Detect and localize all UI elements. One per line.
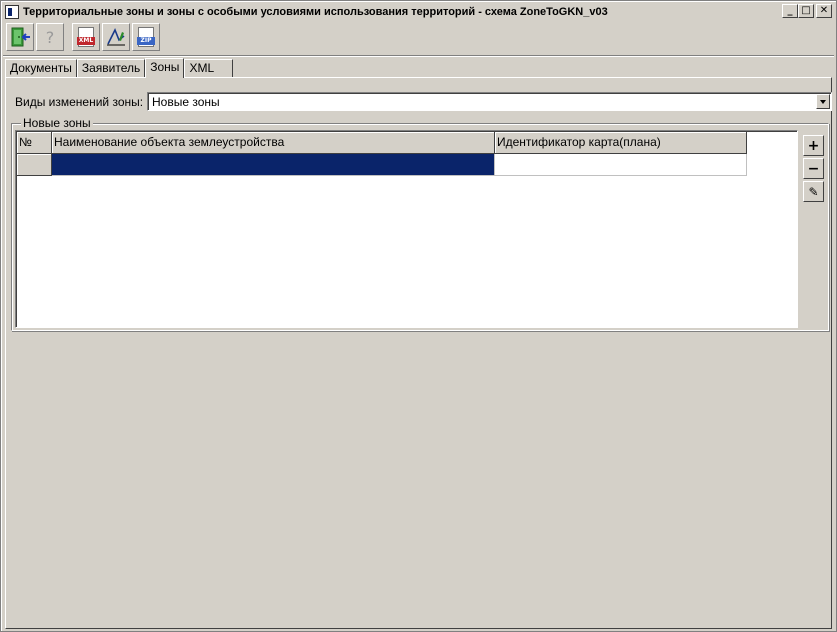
chevron-down-icon[interactable] — [816, 94, 830, 109]
column-header-number[interactable]: № — [17, 132, 52, 154]
zones-grid[interactable]: № Наименование объекта землеустройства И… — [15, 130, 798, 328]
window-controls: _ □ ✕ — [782, 4, 832, 18]
zone-change-select[interactable]: Новые зоны — [147, 92, 832, 111]
zip-document-icon: ZIP — [137, 27, 155, 47]
grid-actions: + − ✎ — [803, 135, 824, 204]
app-icon[interactable] — [5, 5, 19, 19]
exit-button[interactable] — [6, 23, 34, 51]
cell-map-id[interactable] — [495, 154, 747, 176]
close-button[interactable]: ✕ — [816, 4, 832, 18]
cell-name[interactable] — [52, 154, 495, 176]
question-icon: ? — [46, 28, 55, 47]
svg-text:?: ? — [46, 28, 55, 47]
tab-documents[interactable]: Документы — [5, 59, 77, 77]
new-zones-legend: Новые зоны — [21, 116, 93, 130]
xml-export-button[interactable]: XML — [72, 23, 100, 51]
minimize-button[interactable]: _ — [782, 4, 798, 18]
tab-zones[interactable]: Зоны — [145, 58, 185, 78]
signature-icon — [107, 28, 125, 46]
table-row[interactable] — [17, 154, 747, 176]
edit-row-button[interactable]: ✎ — [803, 181, 824, 202]
window-title: Территориальные зоны и зоны с особыми ус… — [23, 6, 608, 18]
remove-row-button[interactable]: − — [803, 158, 824, 179]
zip-export-button[interactable]: ZIP — [132, 23, 160, 51]
toolbar: ? XML ZIP — [6, 22, 162, 52]
main-window: Территориальные зоны и зоны с особыми ус… — [0, 0, 837, 632]
tab-applicant[interactable]: Заявитель — [76, 59, 146, 77]
help-button[interactable]: ? — [36, 23, 64, 51]
xml-document-icon: XML — [77, 27, 95, 47]
tab-xml[interactable]: XML — [184, 59, 234, 77]
column-header-name[interactable]: Наименование объекта землеустройства — [52, 132, 495, 154]
tab-strip: Документы Заявитель Зоны XML — [5, 58, 234, 78]
sign-button[interactable] — [102, 23, 130, 51]
toolbar-divider — [3, 55, 834, 57]
zone-change-value: Новые зоны — [152, 95, 220, 109]
maximize-button[interactable]: □ — [798, 4, 814, 18]
add-row-button[interactable]: + — [803, 135, 824, 156]
title-bar[interactable]: Территориальные зоны и зоны с особыми ус… — [3, 3, 834, 21]
door-exit-icon — [11, 27, 30, 47]
row-header[interactable] — [17, 154, 52, 176]
column-header-map-id[interactable]: Идентификатор карта(плана) — [495, 132, 747, 154]
grid-header: № Наименование объекта землеустройства И… — [17, 132, 747, 154]
zone-change-label: Виды изменений зоны: — [15, 95, 144, 109]
